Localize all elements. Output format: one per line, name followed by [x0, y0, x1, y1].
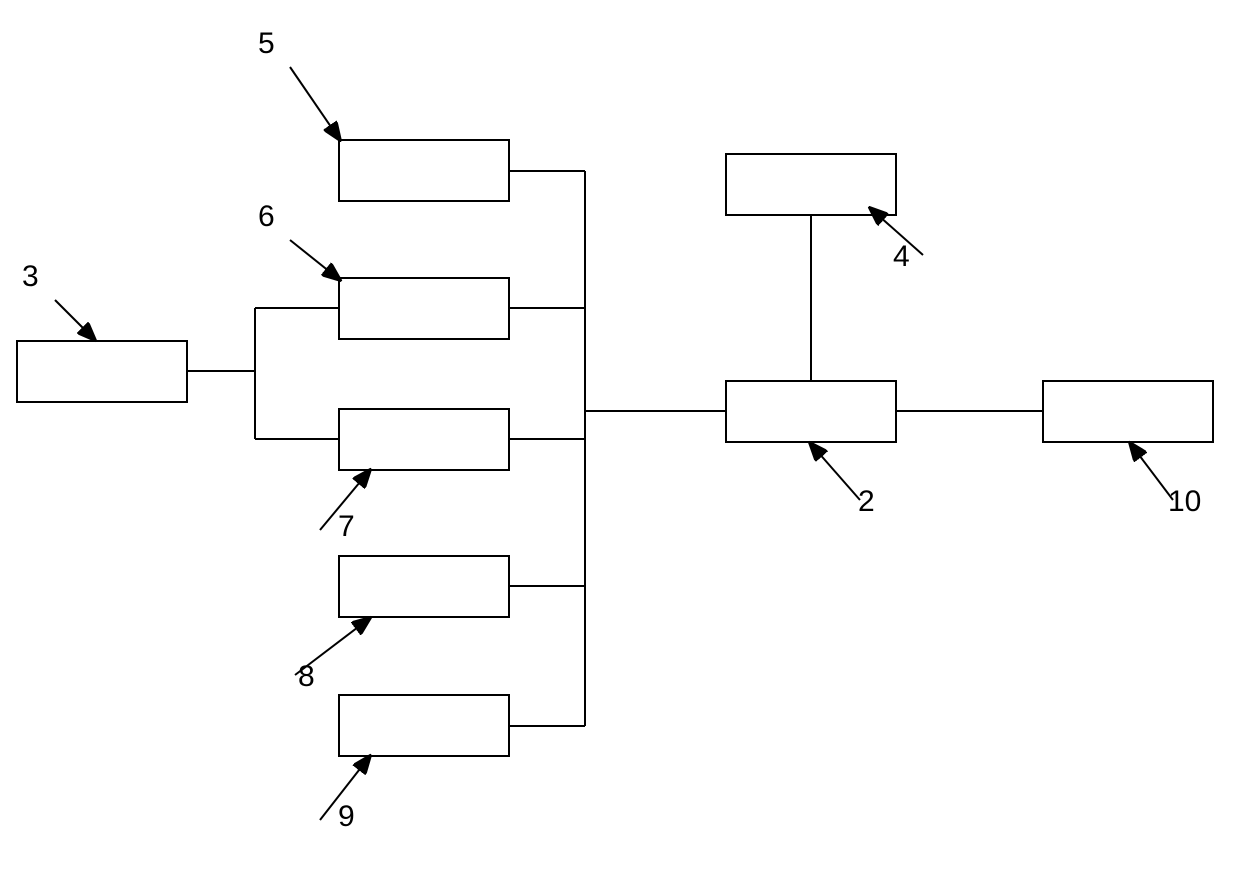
block-6: [338, 277, 510, 340]
label-3: 3: [22, 260, 39, 294]
diagram-canvas: 3 5 6 7 8 9 4 2 10: [0, 0, 1240, 878]
label-10: 10: [1168, 485, 1201, 519]
label-6: 6: [258, 200, 275, 234]
label-9: 9: [338, 800, 355, 834]
block-8: [338, 555, 510, 618]
block-2: [725, 380, 897, 443]
label-4: 4: [893, 240, 910, 274]
label-2: 2: [858, 485, 875, 519]
block-7: [338, 408, 510, 471]
block-10: [1042, 380, 1214, 443]
label-5: 5: [258, 27, 275, 61]
block-5: [338, 139, 510, 202]
label-8: 8: [298, 660, 315, 694]
block-4: [725, 153, 897, 216]
block-9: [338, 694, 510, 757]
block-3: [16, 340, 188, 403]
label-7: 7: [338, 510, 355, 544]
